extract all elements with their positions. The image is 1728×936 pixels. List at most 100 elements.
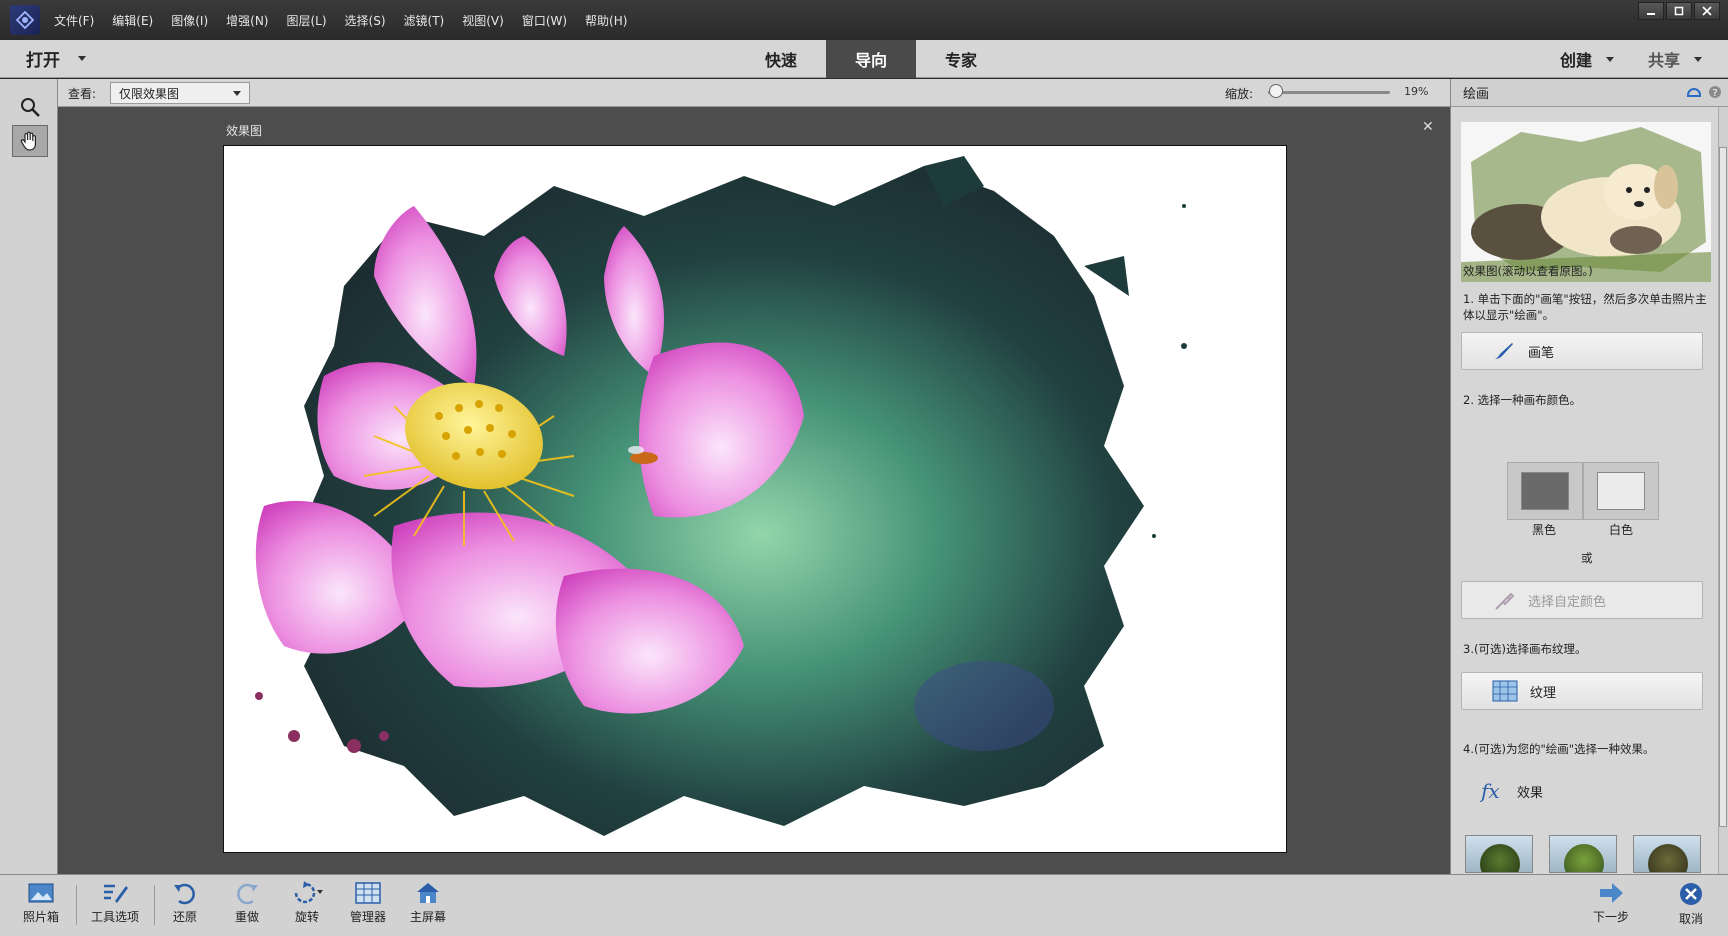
open-label: 打开 <box>26 51 60 71</box>
effects-label: 效果 <box>1517 785 1544 801</box>
menu-help[interactable]: 帮助(H) <box>585 12 627 29</box>
open-button[interactable]: 打开 <box>26 46 86 71</box>
menu-image[interactable]: 图像(I) <box>171 12 208 29</box>
help-icon[interactable]: ? <box>1708 85 1722 99</box>
tool-options-label: 工具选项 <box>90 910 139 924</box>
photo-bin-button[interactable]: 照片箱 <box>6 881 76 925</box>
zoom-slider-thumb[interactable] <box>1269 84 1283 98</box>
custom-color-label: 选择自定颜色 <box>1528 594 1607 610</box>
menu-filter[interactable]: 滤镜(T) <box>404 12 445 29</box>
view-label: 查看: <box>68 87 97 101</box>
organizer-icon <box>355 882 381 904</box>
chevron-down-icon <box>78 56 86 61</box>
black-swatch-button[interactable] <box>1507 462 1583 520</box>
cancel-label: 取消 <box>1678 912 1703 926</box>
effect-thumbnail[interactable] <box>1633 835 1701 873</box>
effect-image[interactable] <box>223 145 1287 853</box>
black-label: 黑色 <box>1532 523 1557 537</box>
texture-button[interactable]: 纹理 <box>1461 672 1703 710</box>
bottom-bar: 照片箱 工具选项 还原 重做 旋转 管理器 主屏幕 下一步 取消 <box>0 874 1728 936</box>
menu-enhance[interactable]: 增强(N) <box>226 12 268 29</box>
share-button[interactable]: 共享 <box>1648 47 1703 71</box>
cancel-icon <box>1680 883 1702 905</box>
rotate-icon <box>294 881 323 904</box>
effect-thumbnail[interactable] <box>1465 835 1533 873</box>
hand-tool[interactable] <box>12 125 48 157</box>
chevron-down-icon <box>1606 56 1615 62</box>
zoom-tool[interactable] <box>12 91 48 123</box>
close-document-icon[interactable]: ✕ <box>1422 119 1434 135</box>
next-button[interactable]: 下一步 <box>1576 881 1646 925</box>
view-dropdown[interactable]: 仅限效果图 <box>110 82 250 104</box>
window-controls <box>1638 2 1720 20</box>
create-button[interactable]: 创建 <box>1560 47 1615 71</box>
app-logo-icon <box>10 5 40 35</box>
magnifier-icon <box>21 98 40 117</box>
step3-instructions: 3.(可选)选择画布纹理。 <box>1463 642 1587 656</box>
tool-options-button[interactable]: 工具选项 <box>80 881 150 925</box>
hand-icon <box>20 131 36 151</box>
mode-tabs: 快速 导向 专家 <box>736 40 1006 78</box>
step2-instructions: 2. 选择一种画布颜色。 <box>1463 393 1582 407</box>
tree-icon <box>1648 844 1688 872</box>
guided-panel: 绘画 ? 效果图(滚动以查看原图。) 1. 单击下面的"画笔"按钮，然后多次单击… <box>1450 79 1728 874</box>
menu-view[interactable]: 视图(V) <box>462 12 504 29</box>
rotate-button[interactable]: 旋转 <box>272 881 342 925</box>
texture-label: 纹理 <box>1530 685 1557 701</box>
photo-bin-label: 照片箱 <box>22 910 59 924</box>
undo-label: 还原 <box>172 910 197 924</box>
tree-icon <box>1480 844 1520 872</box>
tab-guided[interactable]: 导向 <box>826 40 916 78</box>
or-label: 或 <box>1581 551 1593 565</box>
zoom-value: 19% <box>1404 85 1429 98</box>
custom-color-button[interactable]: 选择自定颜色 <box>1461 581 1703 619</box>
home-screen-label: 主屏幕 <box>409 910 446 924</box>
view-dropdown-value: 仅限效果图 <box>119 86 180 101</box>
share-label: 共享 <box>1648 51 1681 70</box>
menu-bar: 文件(F) 编辑(E) 图像(I) 增强(N) 图层(L) 选择(S) 滤镜(T… <box>0 0 1728 40</box>
brush-label: 画笔 <box>1528 345 1555 361</box>
menu-window[interactable]: 窗口(W) <box>522 12 567 29</box>
arrow-right-icon <box>1600 883 1623 903</box>
effect-preview-thumbnail[interactable] <box>1461 122 1711 282</box>
home-icon <box>417 883 439 903</box>
panel-scrollbar[interactable] <box>1718 107 1728 874</box>
menu-edit[interactable]: 编辑(E) <box>112 12 153 29</box>
maximize-icon[interactable] <box>1666 2 1692 20</box>
panel-header: 绘画 ? <box>1451 79 1728 107</box>
effect-thumbnail[interactable] <box>1549 835 1617 873</box>
fx-icon: fx <box>1479 779 1500 803</box>
panel-scroll-thumb[interactable] <box>1719 147 1727 827</box>
tool-panel <box>0 79 58 874</box>
photo-bin-icon <box>28 883 54 903</box>
eyedropper-icon <box>1495 592 1515 610</box>
cancel-button[interactable]: 取消 <box>1656 881 1726 927</box>
menu-layer[interactable]: 图层(L) <box>286 12 326 29</box>
menu-file[interactable]: 文件(F) <box>54 12 94 29</box>
tab-expert[interactable]: 专家 <box>916 40 1006 78</box>
reset-panel-icon[interactable] <box>1686 85 1702 99</box>
step1-instructions: 1. 单击下面的"画笔"按钮，然后多次单击照片主体以显示"绘画"。 <box>1463 292 1707 322</box>
next-label: 下一步 <box>1592 910 1629 924</box>
redo-icon <box>237 883 258 905</box>
close-window-icon[interactable] <box>1694 2 1720 20</box>
menu-select[interactable]: 选择(S) <box>345 12 386 29</box>
canvas-area: 效果图 ✕ <box>58 107 1450 874</box>
redo-label: 重做 <box>234 910 259 924</box>
white-label: 白色 <box>1609 523 1634 537</box>
texture-icon <box>1492 680 1518 702</box>
brush-button[interactable]: 画笔 <box>1461 332 1703 370</box>
zoom-slider-track[interactable] <box>1268 91 1390 94</box>
home-screen-button[interactable]: 主屏幕 <box>393 881 463 925</box>
white-swatch <box>1597 472 1645 510</box>
zoom-label: 缩放: <box>1225 87 1254 101</box>
tree-icon <box>1564 844 1604 872</box>
painted-lotus-illustration <box>255 156 1187 836</box>
tab-quick[interactable]: 快速 <box>736 40 826 78</box>
organizer-label: 管理器 <box>349 910 386 924</box>
brush-icon <box>1495 343 1513 359</box>
white-swatch-button[interactable] <box>1583 462 1659 520</box>
undo-button[interactable]: 还原 <box>150 881 220 925</box>
minimize-icon[interactable] <box>1638 2 1664 20</box>
effects-header[interactable]: fx 效果 <box>1479 779 1543 803</box>
